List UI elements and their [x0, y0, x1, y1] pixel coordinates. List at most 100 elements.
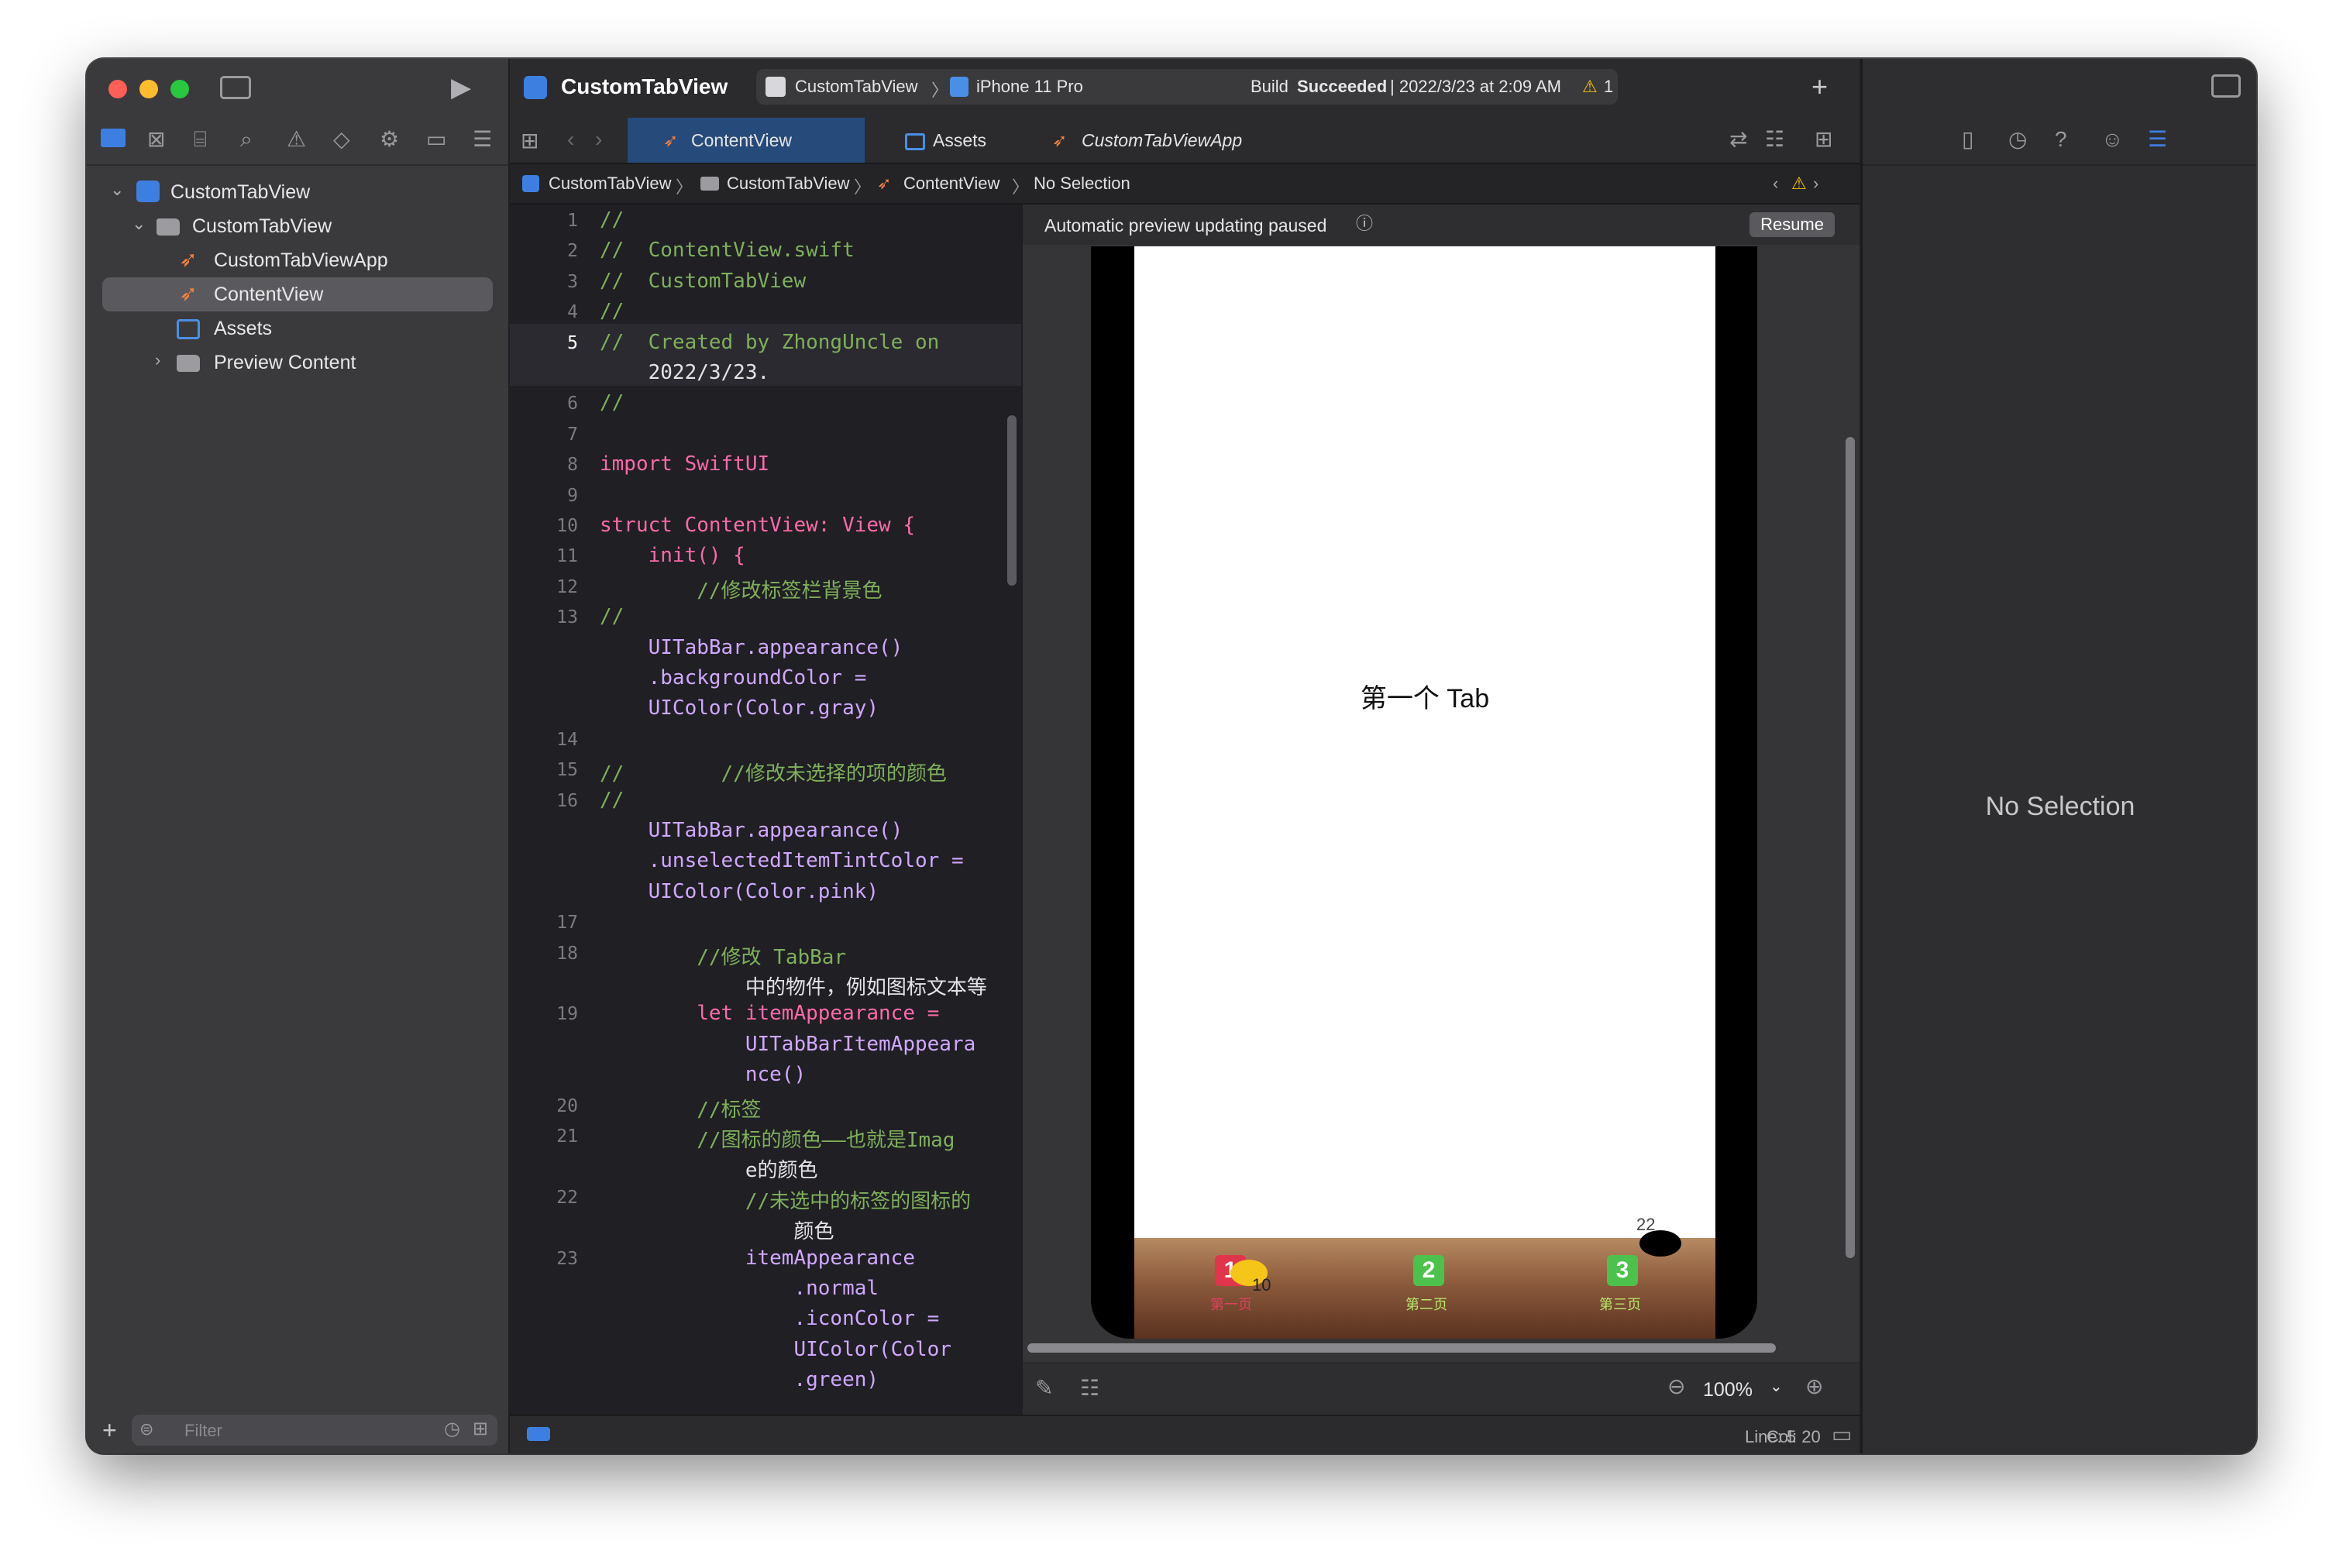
code-line[interactable]: 2022/3/23. [510, 359, 1021, 389]
back-icon[interactable]: ‹ [567, 129, 574, 150]
code-line[interactable]: 9 [510, 481, 1021, 511]
code-line[interactable]: .iconColor = [510, 1305, 1021, 1335]
code-line[interactable]: UIColor(Color [510, 1336, 1021, 1366]
tab-item-icon[interactable]: 3 [1607, 1255, 1638, 1286]
code-line[interactable]: 10 struct ContentView: View { [510, 511, 1021, 542]
chevron-down-icon[interactable]: ⌄ [110, 180, 124, 200]
forward-icon[interactable]: › [595, 129, 602, 150]
code-line[interactable]: 14 [510, 725, 1021, 755]
pin-icon[interactable]: ✎ [1035, 1377, 1053, 1399]
preview-horizontal-scrollbar[interactable] [1027, 1343, 1776, 1353]
code-line[interactable]: 11 init() { [510, 542, 1021, 572]
code-line[interactable]: 2 // ContentView.swift [510, 236, 1021, 266]
code-line[interactable]: 5 // Created by ZhongUncle on [510, 328, 1021, 359]
code-line[interactable]: 1 // [510, 206, 1021, 236]
attributes-inspector-icon[interactable]: ☰ [2148, 129, 2167, 150]
code-line[interactable]: .normal [510, 1274, 1021, 1305]
split-editor-icon[interactable]: ⊞ [1815, 129, 1832, 150]
tab-customtabviewapp[interactable]: ➶ CustomTabViewApp [1013, 118, 1246, 163]
chevron-down-icon[interactable]: ⌄ [1770, 1379, 1783, 1394]
code-line[interactable]: e的颜色 [510, 1152, 1021, 1182]
code-line[interactable]: 19 let itemAppearance = [510, 999, 1021, 1030]
code-line[interactable]: UITabBar.appearance() [510, 634, 1021, 664]
tree-item-group-collapsed[interactable]: › Preview Content [102, 346, 493, 380]
code-line[interactable]: UIColor(Color.gray) [510, 694, 1021, 724]
source-control-icon[interactable]: ⊠ [147, 129, 165, 150]
info-icon[interactable]: ⓘ [1356, 215, 1373, 232]
tab-assets[interactable]: Assets [865, 118, 1013, 163]
swap-editor-icon[interactable]: ⇄ [1729, 129, 1747, 150]
accessibility-inspector-icon[interactable]: ☺ [2101, 129, 2124, 150]
debug-icon[interactable]: ⚙ [380, 129, 399, 150]
symbol-icon[interactable]: ⌸ [194, 129, 207, 150]
add-library-icon[interactable]: + [1811, 73, 1828, 101]
source-control-filter-icon[interactable]: ⊞ [473, 1420, 488, 1439]
editor-options-icon[interactable]: ☷ [1765, 129, 1784, 150]
code-line[interactable]: 4 // [510, 297, 1021, 328]
add-icon[interactable]: + [102, 1418, 117, 1442]
code-line[interactable]: nce() [510, 1061, 1021, 1091]
sidebar-toggle-icon[interactable] [220, 76, 251, 99]
jump-bar-symbol[interactable]: No Selection [1034, 174, 1130, 194]
code-line[interactable]: 13 // [510, 603, 1021, 633]
zoom-window-button[interactable] [170, 80, 189, 98]
warning-icon[interactable]: ⚠ [1791, 174, 1807, 194]
report-icon[interactable]: ☰ [473, 129, 492, 150]
history-inspector-icon[interactable]: ◷ [2008, 129, 2027, 150]
previous-issue-icon[interactable]: ‹ [1773, 174, 1778, 194]
code-line[interactable]: 22 //未选中的标签的图标的 [510, 1183, 1021, 1213]
quick-help-icon[interactable]: ? [2055, 129, 2067, 150]
scheme-selector[interactable]: CustomTabView [795, 77, 918, 97]
code-line[interactable]: .backgroundColor = [510, 664, 1021, 694]
code-line[interactable]: .green) [510, 1366, 1021, 1396]
code-line[interactable]: 颜色 [510, 1213, 1021, 1243]
code-line[interactable]: UIColor(Color.pink) [510, 878, 1021, 908]
minimize-window-button[interactable] [139, 80, 158, 98]
source-editor[interactable]: 1 // 2 // ContentView.swift 3 // CustomTabVie… [510, 205, 1021, 1413]
preview-vertical-scrollbar[interactable] [1846, 437, 1855, 1258]
recent-files-icon[interactable]: ◷ [444, 1420, 460, 1439]
code-line[interactable]: 6 // [510, 389, 1021, 419]
editor-scrollbar[interactable] [1007, 415, 1017, 586]
code-line[interactable]: UITabBarItemAppeara [510, 1030, 1021, 1061]
hide-debug-area-icon[interactable]: ▭ [1832, 1424, 1852, 1446]
tab-item-icon[interactable]: 2 [1413, 1255, 1444, 1286]
code-line[interactable]: 7 [510, 420, 1021, 450]
code-line[interactable]: 12 //修改标签栏背景色 [510, 573, 1021, 603]
code-line[interactable]: 16 // [510, 786, 1021, 817]
warning-icon[interactable]: ⚠ [1582, 77, 1598, 97]
test-icon[interactable]: ◇ [333, 129, 350, 150]
preview-settings-icon[interactable]: ☷ [1080, 1377, 1099, 1399]
code-line[interactable]: 中的物件，例如图标文本等 [510, 969, 1021, 999]
code-line[interactable]: .unselectedItemTintColor = [510, 847, 1021, 877]
next-issue-icon[interactable]: › [1813, 174, 1818, 194]
jump-bar-project[interactable]: CustomTabView [549, 174, 672, 194]
filter-options-icon[interactable]: ⊜ [139, 1421, 153, 1438]
tree-item-file[interactable]: ➶ CustomTabViewApp [102, 243, 493, 277]
code-line[interactable]: 17 [510, 908, 1021, 938]
zoom-in-icon[interactable]: ⊕ [1805, 1376, 1823, 1398]
filter-field[interactable]: ⊜ Filter ◷ ⊞ [132, 1415, 497, 1446]
code-line[interactable]: UITabBar.appearance() [510, 817, 1021, 847]
folder-icon[interactable] [101, 129, 126, 147]
code-line[interactable]: 21 //图标的颜色——也就是Imag [510, 1122, 1021, 1152]
jump-bar-group[interactable]: CustomTabView [727, 174, 850, 194]
debug-area-toggle-icon[interactable] [527, 1427, 550, 1441]
tree-item-project[interactable]: ⌄ CustomTabView [102, 175, 493, 209]
tree-item-file-selected[interactable]: ➶ ContentView [102, 277, 493, 311]
breakpoint-icon[interactable]: ▭ [426, 129, 446, 150]
close-window-button[interactable] [108, 80, 127, 98]
code-line[interactable]: 3 // CustomTabView [510, 267, 1021, 297]
tab-contentview[interactable]: ➶ ContentView [628, 118, 865, 163]
jump-bar-file[interactable]: ContentView [903, 174, 999, 194]
chevron-right-icon[interactable]: › [155, 350, 160, 370]
chevron-down-icon[interactable]: ⌄ [132, 214, 146, 234]
code-line[interactable]: 20 //标签 [510, 1092, 1021, 1122]
related-items-icon[interactable]: ⊞ [521, 130, 538, 152]
device-selector[interactable]: iPhone 11 Pro [976, 77, 1083, 97]
zoom-out-icon[interactable]: ⊖ [1667, 1376, 1685, 1398]
code-line[interactable]: 23 itemAppearance [510, 1244, 1021, 1274]
search-icon[interactable]: ⌕ [240, 129, 253, 150]
zoom-level[interactable]: 100% [1703, 1379, 1753, 1401]
code-line[interactable]: 8 import SwiftUI [510, 450, 1021, 480]
